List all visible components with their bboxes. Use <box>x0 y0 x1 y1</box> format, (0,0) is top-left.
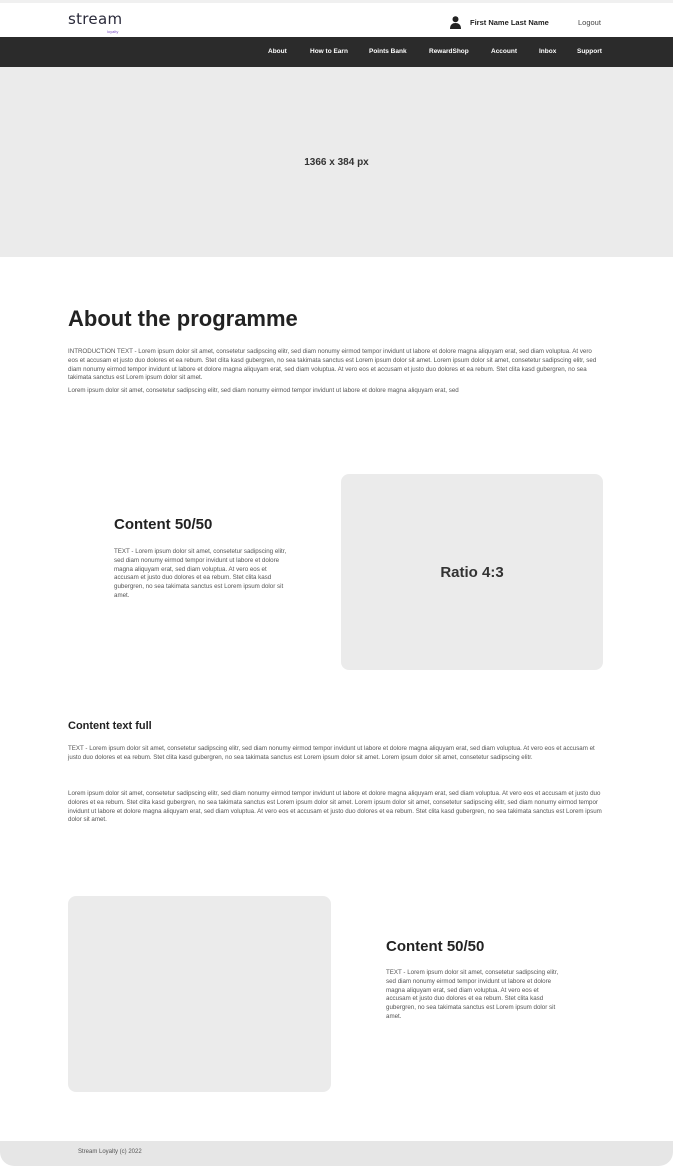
main-nav: About How to Earn Points Bank RewardShop… <box>0 37 673 67</box>
logo-text: stream <box>68 10 123 28</box>
image-placeholder-secondary <box>68 896 331 1092</box>
image-placeholder: Ratio 4:3 <box>341 474 603 670</box>
nav-item-rewardshop[interactable]: RewardShop <box>429 48 469 55</box>
hero-size-label: 1366 x 384 px <box>304 157 369 168</box>
content-full-title: Content text full <box>68 720 152 732</box>
stream-logo[interactable]: stream loyalty <box>68 10 128 36</box>
content-5050-title: Content 50/50 <box>114 516 213 533</box>
page-title: About the programme <box>68 306 298 331</box>
user-name[interactable]: First Name Last Name <box>470 18 549 27</box>
content-5050-text: TEXT - Lorem ipsum dolor sit amet, conse… <box>114 548 287 599</box>
nav-item-how-to-earn[interactable]: How to Earn <box>310 48 348 55</box>
content-5050-text-secondary: TEXT - Lorem ipsum dolor sit amet, conse… <box>386 969 559 1020</box>
hero-banner: 1366 x 384 px <box>0 67 673 257</box>
nav-item-account[interactable]: Account <box>491 48 517 55</box>
logo-subtext: loyalty <box>107 29 119 34</box>
intro-text: INTRODUCTION TEXT - Lorem ipsum dolor si… <box>68 348 597 382</box>
footer: Stream Loyalty (c) 2022 <box>0 1141 673 1166</box>
content-full-text-2: Lorem ipsum dolor sit amet, consetetur s… <box>68 790 602 824</box>
nav-item-support[interactable]: Support <box>577 48 602 55</box>
top-header: stream loyalty First Name Last Name Logo… <box>0 0 673 37</box>
user-icon <box>450 16 461 29</box>
image-ratio-label: Ratio 4:3 <box>440 564 504 581</box>
content-full-text-1: TEXT - Lorem ipsum dolor sit amet, conse… <box>68 745 595 761</box>
logout-link[interactable]: Logout <box>578 18 601 27</box>
content-5050-title-secondary: Content 50/50 <box>386 938 485 955</box>
nav-item-points-bank[interactable]: Points Bank <box>369 48 407 55</box>
footer-copyright: Stream Loyalty (c) 2022 <box>78 1149 142 1155</box>
intro-text-secondary: Lorem ipsum dolor sit amet, consetetur s… <box>68 387 459 394</box>
nav-item-inbox[interactable]: Inbox <box>539 48 556 55</box>
nav-item-about[interactable]: About <box>268 48 287 55</box>
